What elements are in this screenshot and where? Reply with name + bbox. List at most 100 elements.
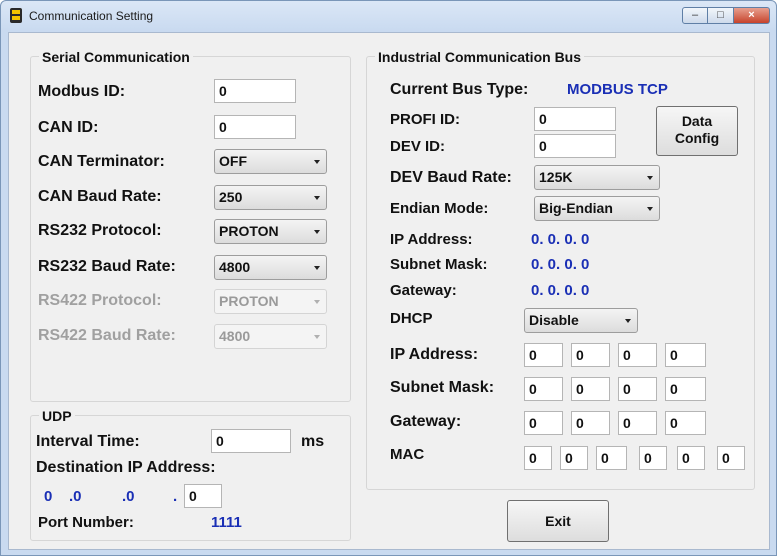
ip-address-readout-value: 0. 0. 0. 0 — [531, 231, 590, 248]
dest-ip-octet-3: .0 — [122, 488, 135, 505]
can-baud-rate-label: CAN Baud Rate: — [38, 188, 162, 205]
rs232-baud-rate-label: RS232 Baud Rate: — [38, 258, 176, 275]
dest-ip-last-octet-input[interactable]: 0 — [184, 484, 222, 508]
port-number-label: Port Number: — [38, 514, 134, 531]
chevron-down-icon — [314, 266, 320, 270]
dev-baud-rate-label: DEV Baud Rate: — [390, 169, 512, 186]
data-config-button[interactable]: Data Config — [656, 106, 738, 156]
bus-type-label: Current Bus Type: — [390, 81, 529, 98]
interval-time-input[interactable]: 0 — [211, 429, 291, 453]
title-bar: Communication Setting – □ × — [1, 1, 776, 31]
chevron-down-icon — [647, 207, 653, 211]
profi-id-input[interactable]: 0 — [534, 107, 616, 131]
dev-baud-rate-value: 125K — [539, 169, 573, 185]
subnet-mask-readout-label: Subnet Mask: — [390, 256, 488, 273]
dhcp-select[interactable]: Disable — [524, 308, 638, 333]
mac-octet-5[interactable]: 0 — [677, 446, 705, 470]
mac-octet-4[interactable]: 0 — [639, 446, 667, 470]
mac-octet-2[interactable]: 0 — [560, 446, 588, 470]
data-config-line-1: Data — [681, 113, 713, 129]
gateway-octet-2[interactable]: 0 — [571, 411, 610, 435]
ip-address-label: IP Address: — [390, 346, 479, 363]
dialog-client-area: Serial Communication Modbus ID: 0 CAN ID… — [8, 32, 770, 550]
mac-label: MAC — [390, 446, 425, 463]
ip-address-octet-1[interactable]: 0 — [524, 343, 563, 367]
interval-time-label: Interval Time: — [36, 433, 140, 450]
mac-octet-6[interactable]: 0 — [717, 446, 745, 470]
interval-unit-label: ms — [301, 433, 325, 450]
serial-group-label: Serial Communication — [39, 49, 193, 65]
data-config-line-2: Config — [674, 130, 720, 146]
chevron-down-icon — [314, 335, 320, 339]
rs422-baud-rate-select: 4800 — [214, 324, 327, 349]
dev-baud-rate-select[interactable]: 125K — [534, 165, 660, 190]
can-terminator-select[interactable]: OFF — [214, 149, 327, 174]
subnet-mask-octet-3[interactable]: 0 — [618, 377, 657, 401]
can-terminator-label: CAN Terminator: — [38, 153, 165, 170]
rs232-protocol-select[interactable]: PROTON — [214, 219, 327, 244]
can-id-input[interactable]: 0 — [214, 115, 296, 139]
subnet-mask-readout-value: 0. 0. 0. 0 — [531, 256, 590, 273]
udp-group-label: UDP — [39, 408, 75, 424]
ip-address-readout-label: IP Address: — [390, 231, 473, 248]
ip-address-octet-3[interactable]: 0 — [618, 343, 657, 367]
modbus-id-label: Modbus ID: — [38, 83, 126, 100]
gateway-octet-3[interactable]: 0 — [618, 411, 657, 435]
can-baud-rate-select[interactable]: 250 — [214, 185, 327, 210]
gateway-readout-value: 0. 0. 0. 0 — [531, 282, 590, 299]
ip-address-octet-2[interactable]: 0 — [571, 343, 610, 367]
window-title: Communication Setting — [29, 9, 154, 23]
profi-id-label: PROFI ID: — [390, 111, 460, 128]
can-baud-rate-value: 250 — [219, 189, 243, 205]
bus-type-value: MODBUS TCP — [567, 81, 668, 98]
chevron-down-icon — [314, 300, 320, 304]
rs422-protocol-select: PROTON — [214, 289, 327, 314]
dev-id-label: DEV ID: — [390, 138, 446, 155]
rs422-protocol-value: PROTON — [219, 293, 279, 309]
endian-mode-value: Big-Endian — [539, 200, 613, 216]
gateway-octet-4[interactable]: 0 — [665, 411, 706, 435]
dest-ip-octet-2: .0 — [69, 488, 82, 505]
close-icon[interactable]: × — [734, 7, 770, 24]
rs422-protocol-label: RS422 Protocol: — [38, 292, 162, 309]
subnet-mask-octet-2[interactable]: 0 — [571, 377, 610, 401]
maximize-icon[interactable]: □ — [708, 7, 734, 24]
chevron-down-icon — [314, 160, 320, 164]
gateway-label: Gateway: — [390, 413, 462, 430]
dest-ip-dot: . — [173, 488, 178, 505]
chevron-down-icon — [314, 196, 320, 200]
rs422-baud-rate-value: 4800 — [219, 328, 251, 344]
industrial-group-label: Industrial Communication Bus — [375, 49, 585, 65]
dest-ip-octet-1: 0 — [44, 488, 53, 505]
chevron-down-icon — [625, 319, 631, 323]
mac-octet-3[interactable]: 0 — [596, 446, 627, 470]
subnet-mask-octet-4[interactable]: 0 — [665, 377, 706, 401]
dhcp-label: DHCP — [390, 310, 433, 327]
mac-octet-1[interactable]: 0 — [524, 446, 552, 470]
communication-setting-window: Communication Setting – □ × Serial Commu… — [0, 0, 777, 556]
rs422-baud-rate-label: RS422 Baud Rate: — [38, 327, 176, 344]
can-terminator-value: OFF — [219, 153, 247, 169]
gateway-readout-label: Gateway: — [390, 282, 457, 299]
rs232-protocol-value: PROTON — [219, 223, 279, 239]
port-number-value: 1111 — [211, 514, 242, 531]
modbus-id-input[interactable]: 0 — [214, 79, 296, 103]
app-icon — [10, 8, 22, 23]
rs232-protocol-label: RS232 Protocol: — [38, 222, 162, 239]
endian-mode-select[interactable]: Big-Endian — [534, 196, 660, 221]
endian-mode-label: Endian Mode: — [390, 200, 489, 217]
subnet-mask-label: Subnet Mask: — [390, 379, 495, 396]
exit-button[interactable]: Exit — [507, 500, 609, 542]
can-id-label: CAN ID: — [38, 119, 99, 136]
ip-address-octet-4[interactable]: 0 — [665, 343, 706, 367]
destination-ip-label: Destination IP Address: — [36, 459, 216, 476]
rs232-baud-rate-value: 4800 — [219, 259, 251, 275]
gateway-octet-1[interactable]: 0 — [524, 411, 563, 435]
chevron-down-icon — [314, 230, 320, 234]
minimize-icon[interactable]: – — [682, 7, 708, 24]
subnet-mask-octet-1[interactable]: 0 — [524, 377, 563, 401]
dev-id-input[interactable]: 0 — [534, 134, 616, 158]
chevron-down-icon — [647, 176, 653, 180]
dhcp-value: Disable — [529, 312, 579, 328]
rs232-baud-rate-select[interactable]: 4800 — [214, 255, 327, 280]
